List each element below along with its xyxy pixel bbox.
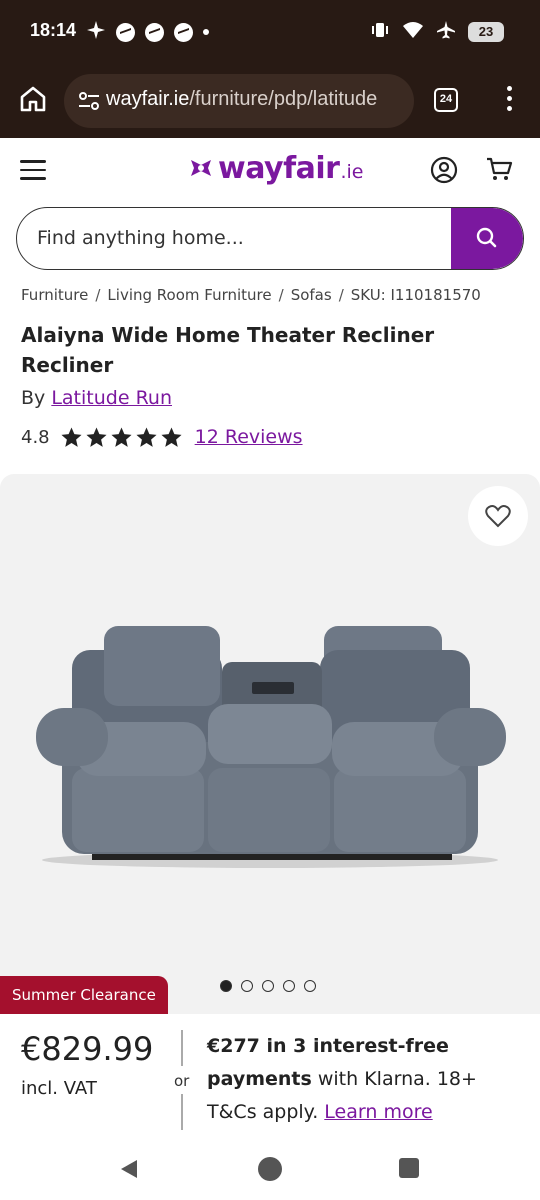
search-bar <box>16 207 524 270</box>
site-header: wayfair .ie <box>0 138 540 200</box>
price-divider <box>181 1030 183 1066</box>
system-navigation-bar <box>0 1140 540 1200</box>
heart-icon <box>485 505 511 528</box>
klarna-offer: €277 in 3 interest-free payments with Kl… <box>207 1030 527 1129</box>
airplane-icon <box>436 20 456 44</box>
notification-icons <box>86 20 209 44</box>
reviews-link[interactable]: 12 Reviews <box>195 426 303 448</box>
address-bar[interactable]: wayfair.ie/furniture/pdp/latitude <box>64 74 414 128</box>
klarna-payments: payments <box>207 1068 312 1090</box>
messenger-icon <box>145 22 164 42</box>
gallery-dot[interactable] <box>262 980 274 992</box>
messenger-icon <box>116 22 135 42</box>
back-icon[interactable] <box>118 1158 140 1184</box>
star-icon <box>61 426 82 447</box>
sku-label: SKU: I110181570 <box>350 286 481 304</box>
rating-row: 4.8 12 Reviews <box>21 424 303 450</box>
url-text: wayfair.ie/furniture/pdp/latitude <box>106 88 406 111</box>
logo-tld: .ie <box>340 161 364 183</box>
sale-badge: Summer Clearance <box>0 976 168 1014</box>
star-icon <box>161 426 182 447</box>
gallery-dot[interactable] <box>220 980 232 992</box>
system-icons: 23 <box>370 20 504 44</box>
rating-value: 4.8 <box>21 426 50 448</box>
manufacturer-link[interactable]: Latitude Run <box>51 387 172 409</box>
breadcrumb: Furniture / Living Room Furniture / Sofas / SK… <box>21 286 481 304</box>
breadcrumb-item[interactable]: Living Room Furniture <box>107 286 271 304</box>
url-host: wayfair.ie <box>106 88 190 110</box>
gallery-pagination <box>220 980 316 992</box>
manufacturer-line: By Latitude Run <box>21 387 172 409</box>
breadcrumb-item[interactable]: Furniture <box>21 286 88 304</box>
recents-icon[interactable] <box>399 1158 419 1178</box>
gallery-dot[interactable] <box>241 980 253 992</box>
home-icon[interactable] <box>18 84 48 114</box>
product-image-gallery[interactable] <box>0 474 540 1014</box>
site-settings-icon[interactable] <box>78 90 100 112</box>
or-label: or <box>174 1072 190 1090</box>
klarna-terms: T&Cs apply. <box>207 1101 325 1123</box>
favorite-button[interactable] <box>468 486 528 546</box>
home-circle-icon[interactable] <box>258 1157 282 1181</box>
breadcrumb-item[interactable]: Sofas <box>291 286 332 304</box>
star-icon <box>136 426 157 447</box>
tab-switcher-button[interactable]: 24 <box>434 88 458 112</box>
learn-more-link[interactable]: Learn more <box>324 1101 432 1123</box>
wifi-icon <box>402 20 424 44</box>
vat-label: incl. VAT <box>21 1078 97 1099</box>
search-button[interactable] <box>451 208 523 269</box>
cart-icon[interactable] <box>485 155 513 183</box>
product-title: Alaiyna Wide Home Theater Recliner Recli… <box>21 323 435 377</box>
hamburger-menu-icon[interactable] <box>20 160 46 180</box>
klarna-with: with Klarna. 18+ <box>311 1068 477 1090</box>
account-icon[interactable] <box>430 156 458 184</box>
price: €829.99 <box>21 1030 154 1068</box>
browser-toolbar: wayfair.ie/furniture/pdp/latitude 24 <box>0 70 540 132</box>
by-prefix: By <box>21 387 46 409</box>
price-divider <box>181 1094 183 1130</box>
browser-menu-icon[interactable] <box>504 86 514 116</box>
klarna-headline: €277 in 3 interest-free <box>207 1035 449 1057</box>
vibrate-icon <box>370 20 390 44</box>
product-image-sofa <box>36 626 506 868</box>
search-input[interactable] <box>37 208 447 268</box>
star-rating[interactable] <box>60 426 183 449</box>
wayfair-logo[interactable]: wayfair .ie <box>188 148 363 188</box>
battery-icon: 23 <box>468 22 504 42</box>
star-icon <box>111 426 132 447</box>
logo-wordmark: wayfair <box>218 150 340 186</box>
status-time: 18:14 <box>30 20 77 40</box>
more-notifications-icon <box>203 29 209 35</box>
messenger-icon <box>174 22 193 42</box>
star-icon <box>86 426 107 447</box>
url-path: /furniture/pdp/latitude <box>189 88 378 110</box>
sparkle-icon <box>86 20 106 44</box>
wayfair-logo-mark-icon <box>188 155 214 181</box>
gallery-dot[interactable] <box>283 980 295 992</box>
gallery-dot[interactable] <box>304 980 316 992</box>
status-bar: 18:14 23 <box>0 0 540 64</box>
